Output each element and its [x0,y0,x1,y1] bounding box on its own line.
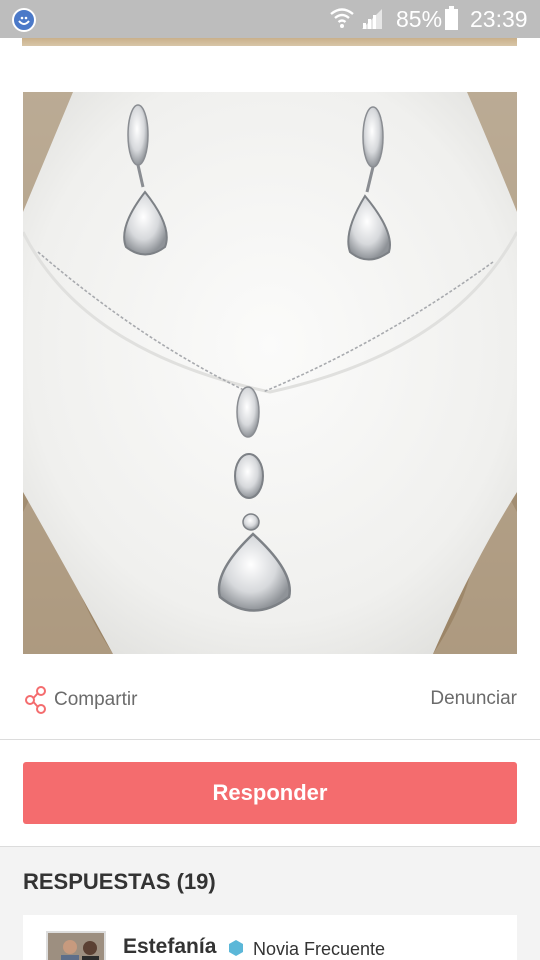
answers-section: RESPUESTAS (19) Estefanía Novia Frecuent… [0,846,540,960]
clock: 23:39 [470,6,528,32]
answer-card[interactable]: Estefanía Novia Frecuente [23,915,517,960]
author-name[interactable]: Estefanía [123,935,216,959]
badge-icon [229,940,243,956]
status-bar: 85% 23:39 [0,0,540,38]
post-actions: Compartir Denunciar [0,676,540,724]
reply-button[interactable]: Responder [23,762,517,824]
author-role: Novia Frecuente [253,939,386,959]
share-label: Compartir [54,689,138,710]
jewelry-photo [23,92,517,654]
battery-percent: 85% [396,6,443,32]
previous-image-edge [22,38,517,46]
wifi-icon [330,8,354,28]
share-button[interactable]: Compartir [24,686,137,714]
report-link[interactable]: Denunciar [430,688,517,710]
share-icon [25,686,46,714]
avatar[interactable] [46,931,106,960]
divider [0,739,540,740]
answers-title: RESPUESTAS (19) [23,869,216,894]
post-image[interactable] [23,92,517,654]
battery-icon [445,6,458,30]
signal-icon [362,9,382,29]
app-notification-icon [12,8,36,32]
